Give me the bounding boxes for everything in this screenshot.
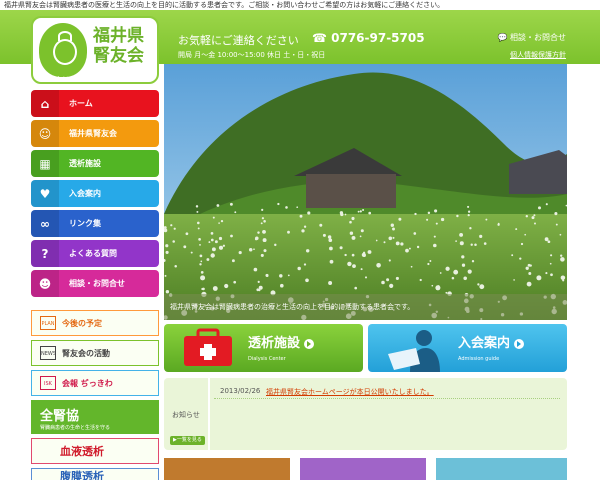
news-heading: お知らせ xyxy=(172,411,200,419)
news-more-label: 一覧を見る xyxy=(176,437,202,443)
nav-item-4[interactable]: ∞ リンク集 xyxy=(31,210,159,237)
consult-link[interactable]: 💬 相談・お問合せ xyxy=(497,32,566,43)
hero-caption: 福井県腎友会は腎臓病患者の治療と生活の向上を目的に活動する患者会です。 xyxy=(164,294,567,320)
sidebar-banners: PLAN 今後の予定 NEWS 腎友会の活動 ISK 会報 ぢっきわ 全腎協 腎臓病患… xyxy=(31,310,159,480)
news-item-date: 2013/02/26 xyxy=(220,387,261,395)
link-icon: ∞ xyxy=(31,210,59,237)
news-divider xyxy=(214,398,560,399)
question-icon: ? xyxy=(31,240,59,267)
nav-item-label: 透析施設 xyxy=(69,159,101,168)
arrow-right-icon xyxy=(304,338,315,349)
banner-hemodialysis[interactable]: 血液透析 xyxy=(31,438,159,464)
banner-magazine[interactable]: ISK 会報 ぢっきわ xyxy=(31,370,159,396)
feature-admission-label: 入会案内 xyxy=(458,336,511,351)
nav-item-label: 福井県腎友会 xyxy=(69,129,117,138)
nav-item-label: 入会案内 xyxy=(69,189,101,198)
smile-icon: ☺ xyxy=(31,120,59,147)
feature-admission-guide[interactable]: 入会案内 Admission guide xyxy=(368,324,567,372)
logo-subtitle: ふ く い xyxy=(47,76,69,83)
nav-item-6[interactable]: ☻ 相談・お問合せ xyxy=(31,270,159,297)
bottom-panel-2 xyxy=(300,458,426,480)
first-aid-box-icon xyxy=(184,328,232,366)
banner-schedule[interactable]: PLAN 今後の予定 xyxy=(31,310,159,336)
news-icon: NEWS xyxy=(40,346,56,360)
banner-magazine-label: 会報 ぢっきわ xyxy=(62,378,113,388)
news-label-box: お知らせ ▶一覧を見る xyxy=(164,378,210,450)
banner-activities-label: 腎友会の活動 xyxy=(62,348,110,358)
people-icon: ☻ xyxy=(31,270,59,297)
office-hours: 開局 月〜金 10:00〜15:00 休日 土・日・祝日 xyxy=(178,51,326,59)
nav-item-0[interactable]: ⌂ ホーム xyxy=(31,90,159,117)
top-description: 福井県腎友会は腎臓病患者の医療と生活の向上を目的に活動する患者会です。ご相談・お… xyxy=(0,0,600,10)
logo-mark-icon xyxy=(39,23,87,77)
site-logo[interactable]: ふ く い 福井県腎友会 xyxy=(31,16,159,84)
home-icon: ⌂ xyxy=(31,90,59,117)
banner-zenjin[interactable]: 全腎協 腎臓病患者の生命と生活を守る xyxy=(31,400,159,434)
nav-item-2[interactable]: ▦ 透析施設 xyxy=(31,150,159,177)
logo-title: 福井県腎友会 xyxy=(93,26,144,66)
hero-image: 福井県腎友会は腎臓病患者の治療と生活の向上を目的に活動する患者会です。 xyxy=(164,64,567,320)
magazine-icon: ISK xyxy=(40,376,56,390)
banner-zenjin-sub: 腎臓病患者の生命と生活を守る xyxy=(40,425,111,431)
banner-peritoneal[interactable]: 腹膜透析 xyxy=(31,468,159,480)
banner-activities[interactable]: NEWS 腎友会の活動 xyxy=(31,340,159,366)
feature-admission-subtitle: Admission guide xyxy=(458,356,500,362)
bottom-panel-1 xyxy=(164,458,290,480)
feature-dialysis-center[interactable]: 透析施設 Dialysis Center xyxy=(164,324,363,372)
banner-peritoneal-label: 腹膜透析 xyxy=(60,470,104,480)
feature-admission-title: 入会案内 xyxy=(458,332,525,351)
nav-item-label: リンク集 xyxy=(69,219,101,228)
banner-schedule-label: 今後の予定 xyxy=(62,318,102,328)
banner-zenjin-label: 全腎協 xyxy=(40,409,80,424)
nav-item-5[interactable]: ? よくある質問 xyxy=(31,240,159,267)
news-more-button[interactable]: ▶一覧を見る xyxy=(170,436,205,445)
main-nav: ⌂ ホーム ☺ 福井県腎友会 ▦ 透析施設 ♥ 入会案内 ∞ リンク集? よくある質問 ☻ 相談・お問合… xyxy=(31,90,159,300)
feature-dialysis-label: 透析施設 xyxy=(248,336,301,351)
nav-item-label: 相談・お問合せ xyxy=(69,279,125,288)
banner-hemodialysis-label: 血液透析 xyxy=(60,445,104,458)
plan-icon: PLAN xyxy=(40,316,56,330)
news-section: お知らせ ▶一覧を見る 2013/02/26 福井県腎友会ホームページが本日公開… xyxy=(164,378,567,450)
arrow-right-icon xyxy=(514,338,525,349)
bottom-panel-3 xyxy=(436,458,567,480)
heart-icon: ♥ xyxy=(31,180,59,207)
nav-item-label: ホーム xyxy=(69,99,93,108)
reading-person-icon xyxy=(388,330,440,372)
consult-link-label: 相談・お問合せ xyxy=(510,33,566,42)
nav-item-3[interactable]: ♥ 入会案内 xyxy=(31,180,159,207)
news-item-link[interactable]: 福井県腎友会ホームページが本日公開いたしました。 xyxy=(266,387,434,397)
phone-number[interactable]: ☎ 0776-97-5705 xyxy=(312,31,425,45)
hospital-icon: ▦ xyxy=(31,150,59,177)
feature-dialysis-subtitle: Dialysis Center xyxy=(248,356,286,362)
feature-dialysis-title: 透析施設 xyxy=(248,332,315,351)
privacy-link[interactable]: 個人情報保護方針 xyxy=(510,50,566,60)
chat-icon: 💬 xyxy=(497,33,510,42)
nav-item-label: よくある質問 xyxy=(69,249,117,258)
nav-item-1[interactable]: ☺ 福井県腎友会 xyxy=(31,120,159,147)
contact-label: お気軽にご連絡ください xyxy=(178,34,299,47)
landscape-photo xyxy=(164,64,567,320)
